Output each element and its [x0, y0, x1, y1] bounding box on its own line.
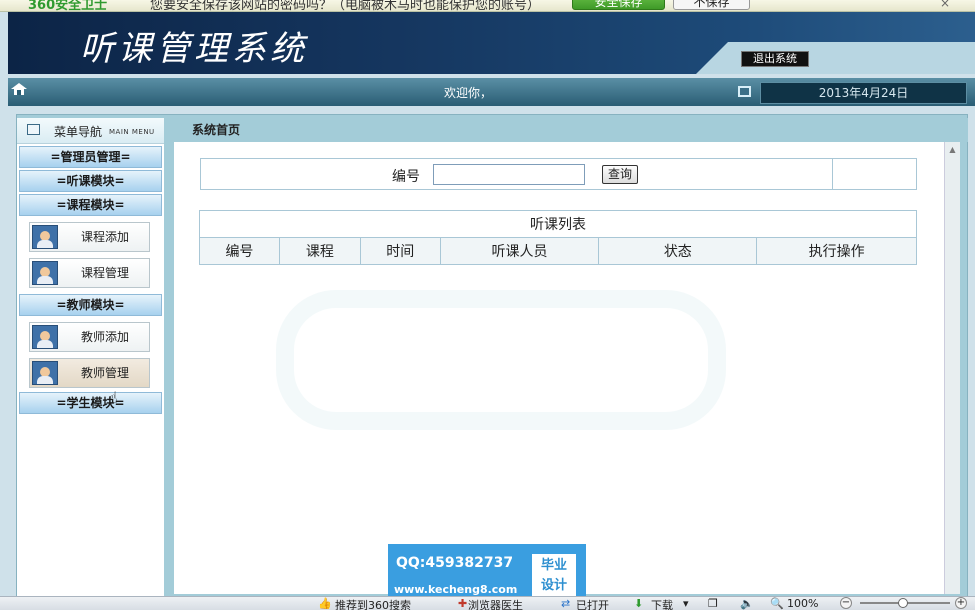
col-header-attendees: 听课人员 — [439, 237, 600, 265]
user-icon — [32, 325, 58, 349]
search-panel: 编号 查询 — [200, 158, 917, 190]
password-save-notification-bar: 360安全卫士 您要安全保存该网站的密码吗？（电脑被木马时也能保护您的账号） 安… — [0, 0, 975, 12]
background-decoration — [276, 290, 726, 430]
menu-item-teacher-add[interactable]: 教师添加 — [29, 322, 150, 352]
open-icon: ⇄ — [561, 597, 571, 610]
menu-item-teacher-manage[interactable]: 教师管理 — [29, 358, 150, 388]
user-icon — [32, 261, 58, 285]
menu-item-label: 课程添加 — [80, 230, 129, 244]
close-notify-icon[interactable]: × — [940, 0, 950, 10]
current-date: 2013年4月24日 — [760, 82, 967, 104]
col-header-id: 编号 — [199, 237, 280, 265]
logout-button[interactable]: 退出系统 — [741, 51, 809, 67]
zoom-icon[interactable]: 🔍 — [770, 597, 784, 610]
lecture-table: 听课列表 编号 课程 时间 听课人员 状态 执行操作 — [199, 210, 917, 265]
zoom-out-icon[interactable]: − — [840, 597, 852, 609]
module-lecture[interactable]: =听课模块= — [19, 170, 162, 192]
watermark: QQ:459382737 www.kecheng8.com 毕业 设计 — [388, 544, 586, 604]
browser-status-bar: 👍 推荐到360搜索 ✚ 浏览器医生 ⇄ 已打开 ⬇ 下载 ▾ ❐ 🔈 🔍 10… — [0, 596, 975, 610]
sidebar-header-sub: MAIN MENU — [109, 128, 155, 136]
menu-icon — [27, 124, 40, 135]
menu-item-course-manage[interactable]: 课程管理 — [29, 258, 150, 288]
watermark-tag-line2: 设计 — [540, 578, 567, 593]
module-teacher[interactable]: =教师模块= — [19, 294, 162, 316]
scrollbar[interactable]: ▲ — [944, 142, 960, 594]
breadcrumb: 系统首页 — [168, 118, 968, 142]
dont-save-button[interactable]: 不保存 — [673, 0, 750, 10]
search-button[interactable]: 查询 — [602, 165, 638, 184]
browser-doctor-link[interactable]: 浏览器医生 — [468, 597, 523, 610]
download-icon: ⬇ — [634, 597, 644, 610]
module-course[interactable]: =课程模块= — [19, 194, 162, 216]
user-icon — [32, 225, 58, 249]
sidebar: 菜单导航 MAIN MENU =管理员管理= =听课模块= =课程模块= 课程添… — [17, 118, 164, 610]
search-label: 编号 — [392, 169, 420, 185]
watermark-tag-line1: 毕业 — [540, 558, 567, 573]
zoom-level[interactable]: 100% — [787, 597, 818, 610]
home-icon[interactable] — [11, 83, 27, 95]
col-header-course: 课程 — [278, 237, 361, 265]
watermark-site: www.kecheng8.com — [394, 583, 518, 596]
safe-save-button[interactable]: 安全保存 — [572, 0, 665, 10]
thumbs-up-icon: 👍 — [318, 597, 332, 610]
sidebar-header-label: 菜单导航 — [54, 125, 103, 139]
sidebar-header: 菜单导航 MAIN MENU — [17, 118, 164, 144]
notify-brand: 360安全卫士 — [28, 0, 108, 12]
speaker-icon[interactable]: 🔈 — [740, 597, 754, 610]
monitor-icon — [738, 86, 751, 97]
opened-link[interactable]: 已打开 — [576, 597, 609, 610]
watermark-tag: 毕业 设计 — [532, 554, 576, 598]
col-header-time: 时间 — [359, 237, 441, 265]
hand-cursor-icon: ☝ — [108, 388, 118, 407]
cell-divider — [832, 159, 833, 189]
banner-decoration — [688, 42, 975, 74]
welcome-text: 欢迎你， — [444, 86, 493, 100]
dropdown-icon[interactable]: ▾ — [683, 597, 689, 610]
breadcrumb-label[interactable]: 系统首页 — [192, 121, 240, 138]
header-banner: 听课管理系统 退出系统 — [8, 12, 975, 74]
module-admin[interactable]: =管理员管理= — [19, 146, 162, 168]
notify-message: 您要安全保存该网站的密码吗？（电脑被木马时也能保护您的账号） — [150, 0, 541, 12]
window-icon[interactable]: ❐ — [708, 597, 718, 610]
col-header-actions: 执行操作 — [756, 237, 917, 265]
menu-item-label: 教师管理 — [80, 366, 129, 380]
zoom-in-icon[interactable]: + — [955, 597, 967, 609]
zoom-slider-knob[interactable] — [898, 598, 908, 608]
menu-item-label: 课程管理 — [80, 266, 129, 280]
watermark-qq: QQ:459382737 — [396, 555, 514, 571]
welcome-bar: 欢迎你， 2013年4月24日 — [8, 78, 975, 106]
module-student[interactable]: =学生模块= — [19, 392, 162, 414]
scroll-up-icon[interactable]: ▲ — [947, 145, 958, 155]
download-link[interactable]: 下载 — [651, 597, 673, 610]
recommend-link[interactable]: 推荐到360搜索 — [335, 597, 411, 610]
user-icon — [32, 361, 58, 385]
menu-item-label: 教师添加 — [80, 330, 129, 344]
doctor-icon: ✚ — [458, 597, 468, 610]
col-header-status: 状态 — [598, 237, 758, 265]
menu-item-course-add[interactable]: 课程添加 — [29, 222, 150, 252]
table-caption: 听课列表 — [199, 210, 917, 238]
search-input[interactable] — [433, 164, 585, 185]
app-title: 听课管理系统 — [80, 29, 308, 69]
